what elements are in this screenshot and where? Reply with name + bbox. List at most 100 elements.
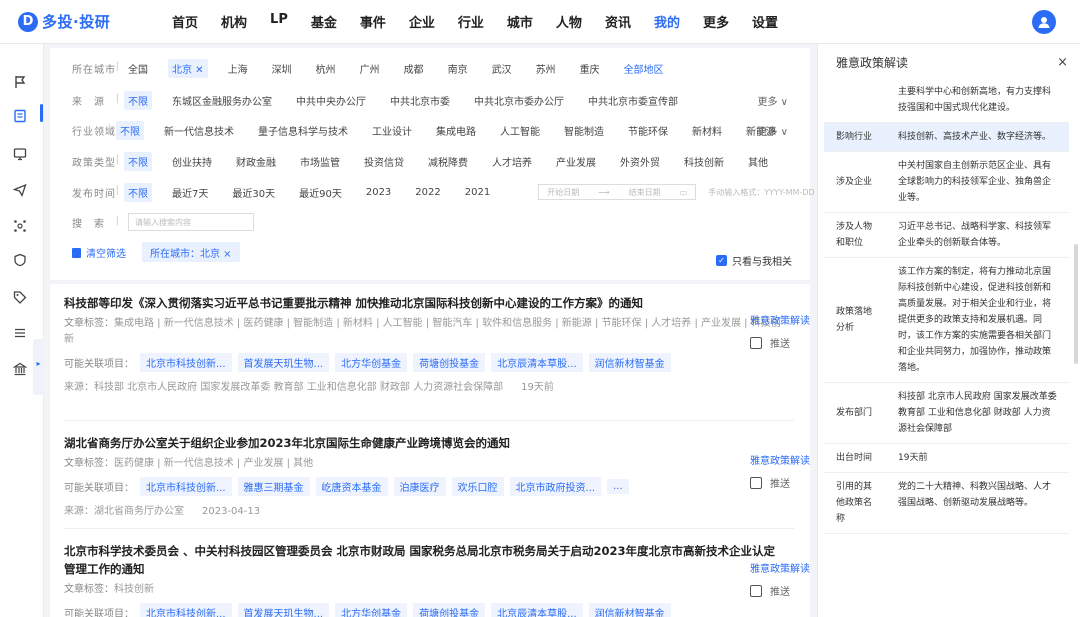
policy-interpret-link[interactable]: 雅意政策解读 bbox=[750, 560, 812, 575]
nav-item[interactable]: 设置 bbox=[752, 12, 778, 31]
bank-icon[interactable] bbox=[10, 359, 30, 379]
only-mine-checkbox[interactable]: ✓ 只看与我相关 bbox=[716, 253, 792, 268]
filter-option[interactable]: 东城区金融服务办公室 bbox=[168, 91, 276, 110]
push-button[interactable]: 推送 bbox=[750, 335, 812, 350]
related-project-tag[interactable]: 首发展天玑生物... bbox=[237, 353, 330, 372]
related-project-tag[interactable]: 北京辰清本草股... bbox=[491, 603, 583, 617]
filter-option[interactable]: 最近7天 bbox=[168, 183, 212, 202]
related-project-tag[interactable]: 雅惠三期基金 bbox=[237, 477, 310, 496]
filter-option[interactable]: 智能制造 bbox=[560, 121, 608, 140]
article-title[interactable]: 湖北省商务厅办公室关于组织企业参加2023年北京国际生命健康产业跨境博览会的通知 bbox=[64, 434, 784, 452]
related-project-tag[interactable]: 欢乐口腔 bbox=[451, 477, 504, 496]
filter-option[interactable]: 广州 bbox=[356, 59, 384, 78]
related-project-tag[interactable]: ... bbox=[607, 479, 629, 494]
filter-option[interactable]: 苏州 bbox=[532, 59, 560, 78]
filter-option[interactable]: 集成电路 bbox=[432, 121, 480, 140]
filter-option[interactable]: 外资外贸 bbox=[616, 152, 664, 171]
filter-option[interactable]: 不限 bbox=[124, 151, 152, 171]
active-filter-chip[interactable]: 所在城市：北京 × bbox=[142, 242, 240, 262]
article-item[interactable]: 科技部等印发《深入贯彻落实习近平总书记重要批示精神 加快推动北京国际科技创新中心… bbox=[64, 294, 784, 393]
filter-option[interactable]: 投资信贷 bbox=[360, 152, 408, 171]
shield-icon[interactable] bbox=[10, 250, 30, 270]
nav-item[interactable]: 更多 bbox=[703, 12, 729, 31]
related-project-tag[interactable]: 北方华创基金 bbox=[335, 353, 408, 372]
related-project-tag[interactable]: 北方华创基金 bbox=[335, 603, 408, 617]
filter-option[interactable]: 2022 bbox=[411, 185, 444, 200]
filter-option[interactable]: 南京 bbox=[444, 59, 472, 78]
article-item[interactable]: 湖北省商务厅办公室关于组织企业参加2023年北京国际生命健康产业跨境博览会的通知… bbox=[64, 434, 784, 517]
filter-option[interactable]: 最近30天 bbox=[228, 183, 279, 202]
filter-option[interactable]: 科技创新 bbox=[680, 152, 728, 171]
filter-option[interactable]: 节能环保 bbox=[624, 121, 672, 140]
list-icon[interactable] bbox=[10, 323, 30, 343]
filter-option[interactable]: 不限 bbox=[124, 90, 152, 110]
nav-item[interactable]: 企业 bbox=[409, 12, 435, 31]
filter-option[interactable]: 中共北京市委宣传部 bbox=[584, 91, 682, 110]
nav-item[interactable]: 首页 bbox=[172, 12, 198, 31]
policy-interpret-link[interactable]: 雅意政策解读 bbox=[750, 452, 812, 467]
filter-option[interactable]: 2023 bbox=[362, 185, 395, 200]
filter-option[interactable]: 不限 bbox=[116, 120, 144, 140]
policy-interpret-link[interactable]: 雅意政策解读 bbox=[750, 312, 812, 327]
filter-option[interactable]: 上海 bbox=[224, 59, 252, 78]
filter-option[interactable]: 人才培养 bbox=[488, 152, 536, 171]
related-project-tag[interactable]: 润信新材智基金 bbox=[588, 603, 671, 617]
filter-option[interactable]: 财政金融 bbox=[232, 152, 280, 171]
filter-option[interactable]: 最近90天 bbox=[295, 183, 346, 202]
related-project-tag[interactable]: 北京辰清本草股... bbox=[491, 353, 583, 372]
filter-option[interactable]: 减税降费 bbox=[424, 152, 472, 171]
filter-option[interactable]: 新一代信息技术 bbox=[160, 121, 238, 140]
nav-item[interactable]: 机构 bbox=[221, 12, 247, 31]
filter-option[interactable]: 武汉 bbox=[488, 59, 516, 78]
clear-filter-button[interactable]: 清空筛选 bbox=[72, 245, 126, 260]
panel-scrollbar[interactable] bbox=[1074, 244, 1078, 364]
nav-item[interactable]: 人物 bbox=[556, 12, 582, 31]
related-project-tag[interactable]: 荷塘创投基金 bbox=[413, 603, 486, 617]
network-icon[interactable] bbox=[10, 216, 30, 236]
nav-item[interactable]: 资讯 bbox=[605, 12, 631, 31]
filter-option[interactable]: 产业发展 bbox=[552, 152, 600, 171]
filter-option[interactable]: 全部地区 bbox=[620, 59, 668, 78]
filter-option[interactable]: 市场监管 bbox=[296, 152, 344, 171]
filter-option[interactable]: 工业设计 bbox=[368, 121, 416, 140]
related-project-tag[interactable]: 北京市科技创新... bbox=[140, 477, 232, 496]
filter-option[interactable]: 成都 bbox=[400, 59, 428, 78]
filter-option[interactable]: 全国 bbox=[124, 59, 152, 78]
more-industry-button[interactable]: 更多 ∨ bbox=[758, 123, 789, 138]
monitor-icon[interactable] bbox=[10, 144, 30, 164]
document-icon[interactable] bbox=[10, 106, 30, 126]
nav-item[interactable]: LP bbox=[270, 12, 288, 31]
filter-option[interactable]: 中共北京市委办公厅 bbox=[470, 91, 568, 110]
filter-option[interactable]: 深圳 bbox=[268, 59, 296, 78]
nav-item[interactable]: 城市 bbox=[507, 12, 533, 31]
close-icon[interactable]: × bbox=[1057, 55, 1068, 70]
filter-option[interactable]: 2021 bbox=[461, 185, 494, 200]
related-project-tag[interactable]: 首发展天玑生物... bbox=[237, 603, 330, 617]
filter-option[interactable]: 新材料 bbox=[688, 121, 726, 140]
search-input[interactable]: 请输入搜索内容 bbox=[128, 213, 254, 231]
logo[interactable]: D 多投·投研 bbox=[18, 11, 158, 32]
push-button[interactable]: 推送 bbox=[750, 475, 812, 490]
article-item[interactable]: 北京市科学技术委员会 、中关村科技园区管理委员会 北京市财政局 国家税务总局北京… bbox=[64, 542, 784, 617]
filter-option[interactable]: 不限 bbox=[124, 182, 152, 202]
related-project-tag[interactable]: 北京市科技创新... bbox=[140, 603, 232, 617]
filter-option[interactable]: 中共北京市委 bbox=[386, 91, 454, 110]
nav-item[interactable]: 行业 bbox=[458, 12, 484, 31]
filter-option[interactable]: 重庆 bbox=[576, 59, 604, 78]
related-project-tag[interactable]: 润信新材智基金 bbox=[588, 353, 671, 372]
avatar[interactable] bbox=[1032, 10, 1056, 34]
article-title[interactable]: 科技部等印发《深入贯彻落实习近平总书记重要批示精神 加快推动北京国际科技创新中心… bbox=[64, 294, 784, 312]
date-range-input[interactable]: 开始日期 ⟶ 结束日期 ▭ bbox=[538, 184, 697, 200]
filter-option[interactable]: 杭州 bbox=[312, 59, 340, 78]
flag-icon[interactable] bbox=[10, 72, 30, 92]
filter-option[interactable]: 北京 ✕ bbox=[168, 58, 208, 78]
related-project-tag[interactable]: 荷塘创投基金 bbox=[413, 353, 486, 372]
related-project-tag[interactable]: 北京市科技创新... bbox=[140, 353, 232, 372]
article-title[interactable]: 北京市科学技术委员会 、中关村科技园区管理委员会 北京市财政局 国家税务总局北京… bbox=[64, 542, 784, 578]
related-project-tag[interactable]: 北京市政府投资... bbox=[509, 477, 602, 496]
nav-item[interactable]: 我的 bbox=[654, 12, 680, 31]
filter-option[interactable]: 创业扶持 bbox=[168, 152, 216, 171]
send-icon[interactable] bbox=[10, 180, 30, 200]
related-project-tag[interactable]: 屹唐资本基金 bbox=[315, 477, 388, 496]
related-project-tag[interactable]: 泊康医疗 bbox=[393, 477, 446, 496]
